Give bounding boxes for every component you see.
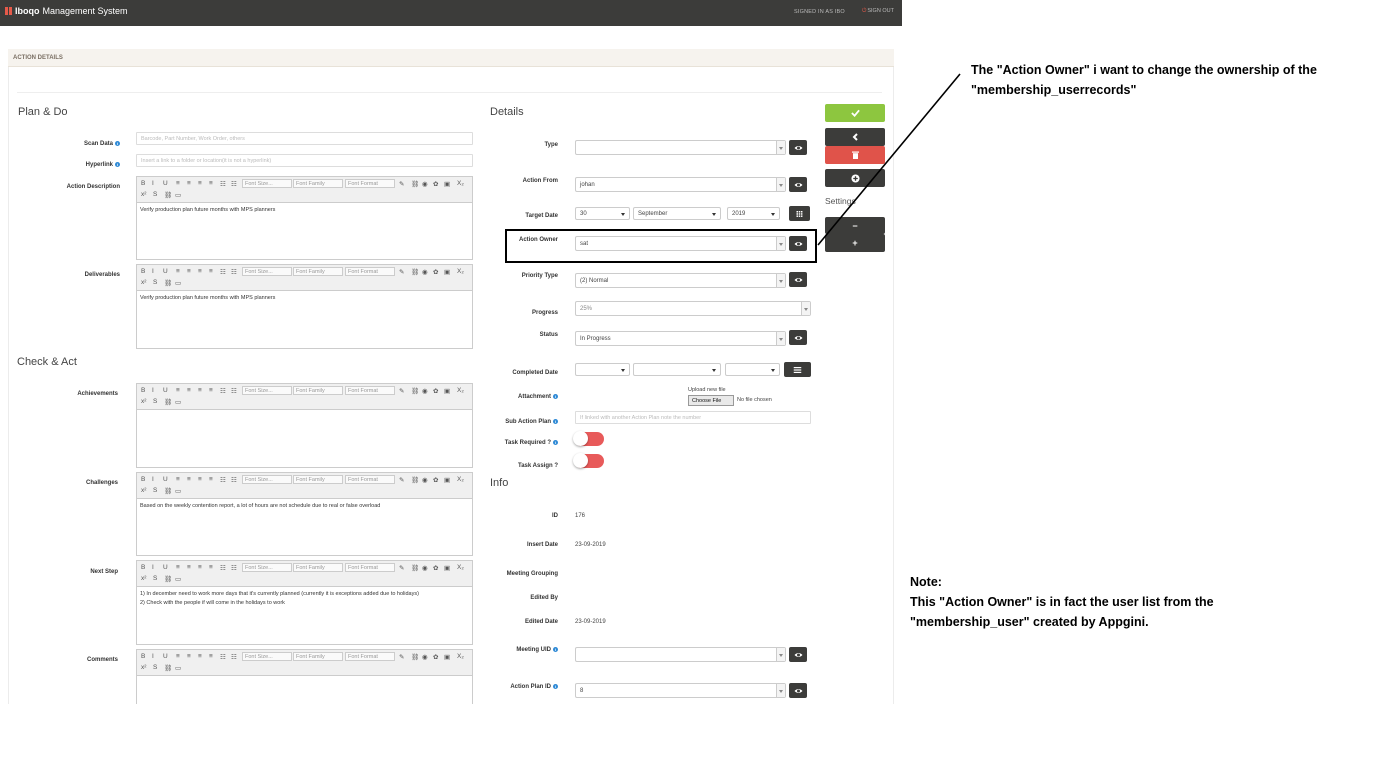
- annotation-top: The "Action Owner" i want to change the …: [971, 60, 1317, 100]
- annotation-note: Note: This "Action Owner" is in fact the…: [910, 572, 1214, 632]
- annotation-top-line-1: The "Action Owner" i want to change the …: [971, 63, 1317, 77]
- note-line-1: This "Action Owner" is in fact the user …: [910, 595, 1214, 609]
- annotation-top-line-2: "membership_userrecords": [971, 83, 1137, 97]
- annotation-arrow: [817, 73, 961, 246]
- note-line-2: "membership_user" created by Appgini.: [910, 615, 1149, 629]
- note-title: Note:: [910, 575, 942, 589]
